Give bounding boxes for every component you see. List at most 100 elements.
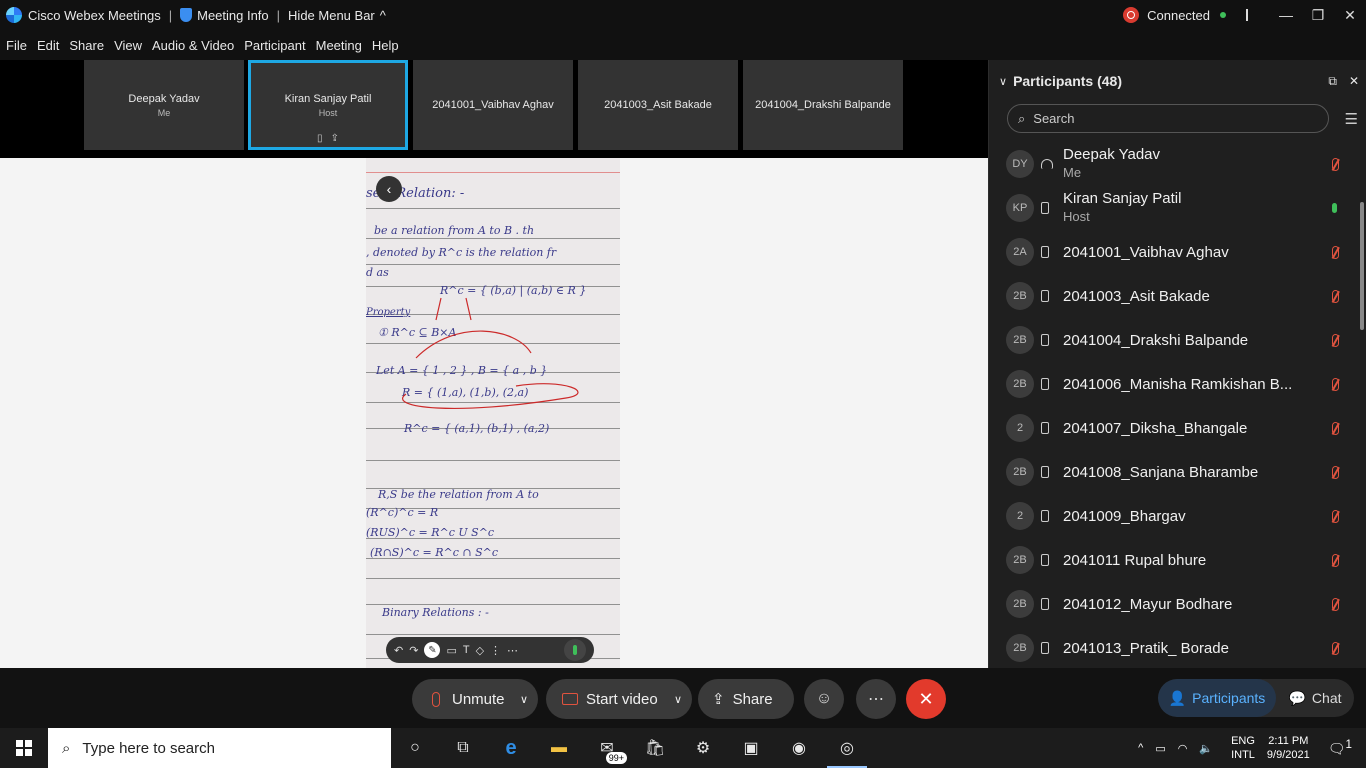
clock[interactable]: 2:11 PM 9/9/2021 xyxy=(1267,734,1310,762)
menu-edit[interactable]: Edit xyxy=(37,38,59,53)
store-icon[interactable]: 🛍 xyxy=(631,728,679,768)
minimize-icon[interactable]: — xyxy=(1270,0,1302,30)
avatar: 2B xyxy=(1006,370,1034,398)
muted-mic-icon[interactable] xyxy=(1332,641,1339,655)
participant-row[interactable]: 2 2041009_Bhargav xyxy=(989,494,1359,538)
panel-scrollbar[interactable] xyxy=(1360,202,1364,330)
participant-row[interactable]: 2B 2041003_Asit Bakade xyxy=(989,274,1359,318)
recording-icon[interactable] xyxy=(1123,7,1140,23)
hide-menu-bar-button[interactable]: Hide Menu Bar ^ xyxy=(288,8,386,23)
redo-icon[interactable]: ↷ xyxy=(409,644,418,657)
avatar: KP xyxy=(1006,194,1034,222)
connection-dot-icon xyxy=(1220,12,1226,18)
battery-icon[interactable]: ▭ xyxy=(1155,742,1165,755)
chevron-up-icon[interactable]: ^ xyxy=(1138,742,1143,754)
phone-icon xyxy=(1041,334,1049,346)
rectangle-icon[interactable]: ▭ xyxy=(446,644,456,657)
muted-mic-icon[interactable] xyxy=(1332,289,1339,303)
app-icon[interactable]: ▣ xyxy=(727,728,775,768)
menu-meeting[interactable]: Meeting xyxy=(316,38,362,53)
participant-row[interactable]: 2B 2041008_Sanjana Bharambe xyxy=(989,450,1359,494)
video-tile-active[interactable]: Kiran Sanjay Patil Host ▯ ⇪ xyxy=(248,60,408,150)
reactions-icon[interactable]: ☺ xyxy=(804,679,844,719)
unmute-button[interactable]: Unmute ∨ xyxy=(412,679,538,719)
cortana-icon[interactable]: ○ xyxy=(391,728,439,768)
edge-icon[interactable]: e xyxy=(487,728,535,768)
video-tile[interactable]: Deepak Yadav Me xyxy=(84,60,244,150)
muted-mic-icon[interactable] xyxy=(1332,421,1339,435)
chat-toggle-button[interactable]: 💬 Chat xyxy=(1276,679,1354,717)
menu-share[interactable]: Share xyxy=(69,38,104,53)
notifications-icon[interactable]: 🗨1 xyxy=(1328,738,1352,758)
settings-icon[interactable]: ⚙ xyxy=(679,728,727,768)
undo-icon[interactable]: ↶ xyxy=(394,644,403,657)
connection-status: Connected xyxy=(1147,7,1210,23)
start-video-button[interactable]: Start video ∨ xyxy=(546,679,692,719)
start-button[interactable] xyxy=(0,728,48,768)
muted-mic-icon[interactable] xyxy=(1332,465,1339,479)
mic-icon[interactable] xyxy=(564,639,586,661)
pointer-icon[interactable]: ⋮ xyxy=(490,644,501,657)
muted-mic-icon[interactable] xyxy=(1332,377,1339,391)
end-meeting-button[interactable]: ✕ xyxy=(906,679,946,719)
more-options-icon[interactable]: ⋯ xyxy=(856,679,896,719)
mail-icon[interactable]: ✉ 99+ xyxy=(583,728,631,768)
chevron-down-icon[interactable]: ∨ xyxy=(520,693,528,706)
muted-mic-icon[interactable] xyxy=(1332,509,1339,523)
video-tile[interactable]: 2041003_Asit Bakade xyxy=(578,60,738,150)
close-icon[interactable]: ✕ xyxy=(1334,0,1366,30)
menu-file[interactable]: File xyxy=(6,38,27,53)
eraser-icon[interactable]: ◇ xyxy=(476,644,484,657)
share-button[interactable]: ⇪ Share xyxy=(698,679,794,719)
menu-audio-video[interactable]: Audio & Video xyxy=(152,38,234,53)
participant-row[interactable]: 2 2041007_Diksha_Bhangale xyxy=(989,406,1359,450)
search-icon: ⌕ xyxy=(1018,110,1026,126)
chevron-down-icon[interactable]: ∨ xyxy=(674,693,682,706)
muted-mic-icon[interactable] xyxy=(1332,245,1339,259)
text-icon[interactable]: T xyxy=(463,644,470,656)
muted-mic-icon[interactable] xyxy=(1332,597,1339,611)
muted-mic-icon[interactable] xyxy=(1332,333,1339,347)
participant-row[interactable]: DY Deepak Yadav Me xyxy=(989,142,1359,186)
more-icon[interactable]: ⋯ xyxy=(507,644,518,657)
restore-icon[interactable]: ❐ xyxy=(1302,0,1334,30)
pen-icon[interactable]: ✎ xyxy=(424,642,441,658)
menu-help[interactable]: Help xyxy=(372,38,399,53)
participant-row[interactable]: 2B 2041004_Drakshi Balpande xyxy=(989,318,1359,362)
chrome-icon[interactable]: ◉ xyxy=(775,728,823,768)
file-explorer-icon[interactable]: ▬ xyxy=(535,728,583,768)
phone-icon xyxy=(1041,510,1049,522)
phone-icon xyxy=(1041,246,1049,258)
participant-row[interactable]: 2B 2041006_Manisha Ramkishan B... xyxy=(989,362,1359,406)
sort-icon[interactable]: ☰ xyxy=(1345,110,1358,128)
muted-mic-icon[interactable] xyxy=(1332,553,1339,567)
menu-view[interactable]: View xyxy=(114,38,142,53)
video-tile[interactable]: 2041004_Drakshi Balpande xyxy=(743,60,903,150)
task-view-icon[interactable]: ⧉ xyxy=(439,728,487,768)
popout-icon[interactable]: ⧉ xyxy=(1328,74,1337,89)
system-tray: ^ ▭ ◠ 🔈 ENG INTL 2:11 PM 9/9/2021 🗨1 xyxy=(1132,728,1366,768)
participant-row[interactable]: 2B 2041011 Rupal bhure xyxy=(989,538,1359,582)
taskbar-search-input[interactable]: ⌕ Type here to search xyxy=(48,728,391,768)
participant-row[interactable]: 2B 2041012_Mayur Bodhare xyxy=(989,582,1359,626)
participant-row[interactable]: KP Kiran Sanjay Patil Host xyxy=(989,186,1359,230)
webex-taskbar-icon[interactable]: ◎ xyxy=(823,728,871,768)
meeting-controls: Unmute ∨ Start video ∨ ⇪ Share ☺ ⋯ ✕ 👤 P… xyxy=(0,668,1366,728)
video-off-icon xyxy=(562,693,578,705)
wifi-icon[interactable]: ◠ xyxy=(1178,742,1188,755)
participant-row[interactable]: 2B 2041013_Pratik_ Borade xyxy=(989,626,1359,670)
meeting-info-button[interactable]: Meeting Info xyxy=(180,8,269,23)
participants-toggle-button[interactable]: 👤 Participants xyxy=(1158,679,1276,717)
menu-participant[interactable]: Participant xyxy=(244,38,305,53)
language-indicator[interactable]: ENG INTL xyxy=(1231,734,1255,762)
participant-search-input[interactable]: ⌕ Search xyxy=(1007,104,1329,133)
active-mic-icon[interactable] xyxy=(1332,203,1337,213)
phone-icon xyxy=(1041,202,1049,214)
chevron-left-icon[interactable]: ‹ xyxy=(376,176,402,202)
participant-row[interactable]: 2A 2041001_Vaibhav Aghav xyxy=(989,230,1359,274)
muted-mic-icon[interactable] xyxy=(1332,157,1339,171)
close-panel-icon[interactable]: ✕ xyxy=(1349,74,1359,89)
chevron-down-icon[interactable]: ∨ xyxy=(999,75,1007,88)
video-tile[interactable]: 2041001_Vaibhav Aghav xyxy=(413,60,573,150)
volume-icon[interactable]: 🔈 xyxy=(1199,742,1213,755)
